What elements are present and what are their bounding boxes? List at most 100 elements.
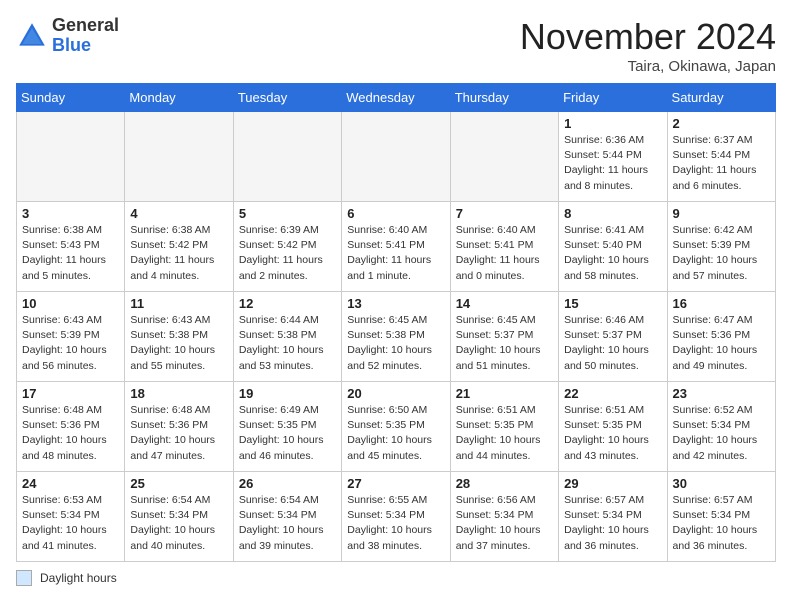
- day-info: Sunrise: 6:46 AMSunset: 5:37 PMDaylight:…: [564, 313, 661, 374]
- day-number: 25: [130, 476, 227, 491]
- day-number: 18: [130, 386, 227, 401]
- legend: Daylight hours: [16, 570, 776, 586]
- table-row: 18 Sunrise: 6:48 AMSunset: 5:36 PMDayligh…: [125, 382, 233, 472]
- calendar-header-thursday: Thursday: [450, 84, 558, 112]
- table-row: 6Sunrise: 6:40 AMSunset: 5:41 PMDaylight…: [342, 202, 450, 292]
- logo-icon: [16, 20, 48, 52]
- table-row: 14Sunrise: 6:45 AMSunset: 5:37 PMDayligh…: [450, 292, 558, 382]
- day-info: Sunrise: 6:43 AMSunset: 5:39 PMDaylight:…: [22, 313, 119, 374]
- day-info: Sunrise: 6:51 AMSunset: 5:35 PMDaylight:…: [456, 403, 553, 464]
- day-number: 24: [22, 476, 119, 491]
- day-number: 21: [456, 386, 553, 401]
- logo-general: General: [52, 15, 119, 35]
- table-row: 22 Sunrise: 6:51 AMSunset: 5:35 PMDayligh…: [559, 382, 667, 472]
- calendar-header-row: SundayMondayTuesdayWednesdayThursdayFrid…: [17, 84, 776, 112]
- day-number: 6: [347, 206, 444, 221]
- legend-box: [16, 570, 32, 586]
- table-row: 11Sunrise: 6:43 AMSunset: 5:38 PMDayligh…: [125, 292, 233, 382]
- day-number: 23: [673, 386, 770, 401]
- table-row: [233, 112, 341, 202]
- table-row: 17 Sunrise: 6:48 AMSunset: 5:36 PMDayligh…: [17, 382, 125, 472]
- calendar-header-friday: Friday: [559, 84, 667, 112]
- logo-blue: Blue: [52, 35, 91, 55]
- table-row: [17, 112, 125, 202]
- table-row: 30 Sunrise: 6:57 AMSunset: 5:34 PMDayligh…: [667, 472, 775, 562]
- day-number: 3: [22, 206, 119, 221]
- day-info: Sunrise: 6:37 AMSunset: 5:44 PMDaylight:…: [673, 133, 770, 194]
- day-info: Sunrise: 6:51 AMSunset: 5:35 PMDaylight:…: [564, 403, 661, 464]
- table-row: 12 Sunrise: 6:44 AMSunset: 5:38 PMDayligh…: [233, 292, 341, 382]
- day-number: 26: [239, 476, 336, 491]
- day-info: Sunrise: 6:38 AMSunset: 5:43 PMDaylight:…: [22, 223, 119, 284]
- table-row: 2 Sunrise: 6:37 AMSunset: 5:44 PMDaylight…: [667, 112, 775, 202]
- day-number: 17: [22, 386, 119, 401]
- table-row: 27 Sunrise: 6:55 AMSunset: 5:34 PMDayligh…: [342, 472, 450, 562]
- calendar-table: SundayMondayTuesdayWednesdayThursdayFrid…: [16, 83, 776, 562]
- calendar-header-sunday: Sunday: [17, 84, 125, 112]
- table-row: 13 Sunrise: 6:45 AMSunset: 5:38 PMDayligh…: [342, 292, 450, 382]
- day-info: Sunrise: 6:47 AMSunset: 5:36 PMDaylight:…: [673, 313, 770, 374]
- calendar-header-tuesday: Tuesday: [233, 84, 341, 112]
- day-info: Sunrise: 6:45 AMSunset: 5:37 PMDaylight:…: [456, 313, 553, 374]
- legend-label: Daylight hours: [40, 571, 117, 585]
- day-info: Sunrise: 6:38 AMSunset: 5:42 PMDaylight:…: [130, 223, 227, 284]
- day-number: 8: [564, 206, 661, 221]
- calendar-week-5: 24Sunrise: 6:53 AMSunset: 5:34 PMDayligh…: [17, 472, 776, 562]
- day-info: Sunrise: 6:55 AMSunset: 5:34 PMDaylight:…: [347, 493, 444, 554]
- day-number: 22: [564, 386, 661, 401]
- table-row: 23 Sunrise: 6:52 AMSunset: 5:34 PMDayligh…: [667, 382, 775, 472]
- table-row: 29Sunrise: 6:57 AMSunset: 5:34 PMDayligh…: [559, 472, 667, 562]
- calendar-week-2: 3 Sunrise: 6:38 AMSunset: 5:43 PMDaylight…: [17, 202, 776, 292]
- day-number: 2: [673, 116, 770, 131]
- day-number: 13: [347, 296, 444, 311]
- day-info: Sunrise: 6:56 AMSunset: 5:34 PMDaylight:…: [456, 493, 553, 554]
- table-row: 21 Sunrise: 6:51 AMSunset: 5:35 PMDayligh…: [450, 382, 558, 472]
- day-info: Sunrise: 6:42 AMSunset: 5:39 PMDaylight:…: [673, 223, 770, 284]
- table-row: [450, 112, 558, 202]
- table-row: 20 Sunrise: 6:50 AMSunset: 5:35 PMDayligh…: [342, 382, 450, 472]
- day-info: Sunrise: 6:48 AMSunset: 5:36 PMDaylight:…: [22, 403, 119, 464]
- day-number: 19: [239, 386, 336, 401]
- logo: General Blue: [16, 16, 119, 56]
- day-info: Sunrise: 6:50 AMSunset: 5:35 PMDaylight:…: [347, 403, 444, 464]
- calendar-week-1: 1 Sunrise: 6:36 AMSunset: 5:44 PMDaylight…: [17, 112, 776, 202]
- day-number: 27: [347, 476, 444, 491]
- day-info: Sunrise: 6:44 AMSunset: 5:38 PMDaylight:…: [239, 313, 336, 374]
- day-number: 20: [347, 386, 444, 401]
- day-info: Sunrise: 6:52 AMSunset: 5:34 PMDaylight:…: [673, 403, 770, 464]
- month-title: November 2024: [520, 16, 776, 58]
- day-info: Sunrise: 6:57 AMSunset: 5:34 PMDaylight:…: [673, 493, 770, 554]
- day-info: Sunrise: 6:48 AMSunset: 5:36 PMDaylight:…: [130, 403, 227, 464]
- title-block: November 2024 Taira, Okinawa, Japan: [520, 16, 776, 75]
- day-number: 7: [456, 206, 553, 221]
- day-number: 12: [239, 296, 336, 311]
- day-number: 28: [456, 476, 553, 491]
- location-subtitle: Taira, Okinawa, Japan: [520, 58, 776, 75]
- page-header: General Blue November 2024 Taira, Okinaw…: [16, 16, 776, 75]
- table-row: 16Sunrise: 6:47 AMSunset: 5:36 PMDayligh…: [667, 292, 775, 382]
- calendar-week-3: 10 Sunrise: 6:43 AMSunset: 5:39 PMDayligh…: [17, 292, 776, 382]
- calendar-header-wednesday: Wednesday: [342, 84, 450, 112]
- day-number: 10: [22, 296, 119, 311]
- day-info: Sunrise: 6:49 AMSunset: 5:35 PMDaylight:…: [239, 403, 336, 464]
- day-number: 4: [130, 206, 227, 221]
- day-info: Sunrise: 6:36 AMSunset: 5:44 PMDaylight:…: [564, 133, 661, 194]
- day-number: 15: [564, 296, 661, 311]
- day-number: 1: [564, 116, 661, 131]
- calendar-header-monday: Monday: [125, 84, 233, 112]
- table-row: 7 Sunrise: 6:40 AMSunset: 5:41 PMDaylight…: [450, 202, 558, 292]
- table-row: 25Sunrise: 6:54 AMSunset: 5:34 PMDayligh…: [125, 472, 233, 562]
- table-row: 24Sunrise: 6:53 AMSunset: 5:34 PMDayligh…: [17, 472, 125, 562]
- table-row: 19 Sunrise: 6:49 AMSunset: 5:35 PMDayligh…: [233, 382, 341, 472]
- table-row: 5Sunrise: 6:39 AMSunset: 5:42 PMDaylight…: [233, 202, 341, 292]
- table-row: 3 Sunrise: 6:38 AMSunset: 5:43 PMDaylight…: [17, 202, 125, 292]
- table-row: [125, 112, 233, 202]
- table-row: 9Sunrise: 6:42 AMSunset: 5:39 PMDaylight…: [667, 202, 775, 292]
- table-row: [342, 112, 450, 202]
- day-number: 30: [673, 476, 770, 491]
- day-info: Sunrise: 6:40 AMSunset: 5:41 PMDaylight:…: [456, 223, 553, 284]
- day-info: Sunrise: 6:43 AMSunset: 5:38 PMDaylight:…: [130, 313, 227, 374]
- day-info: Sunrise: 6:39 AMSunset: 5:42 PMDaylight:…: [239, 223, 336, 284]
- day-info: Sunrise: 6:45 AMSunset: 5:38 PMDaylight:…: [347, 313, 444, 374]
- day-info: Sunrise: 6:54 AMSunset: 5:34 PMDaylight:…: [239, 493, 336, 554]
